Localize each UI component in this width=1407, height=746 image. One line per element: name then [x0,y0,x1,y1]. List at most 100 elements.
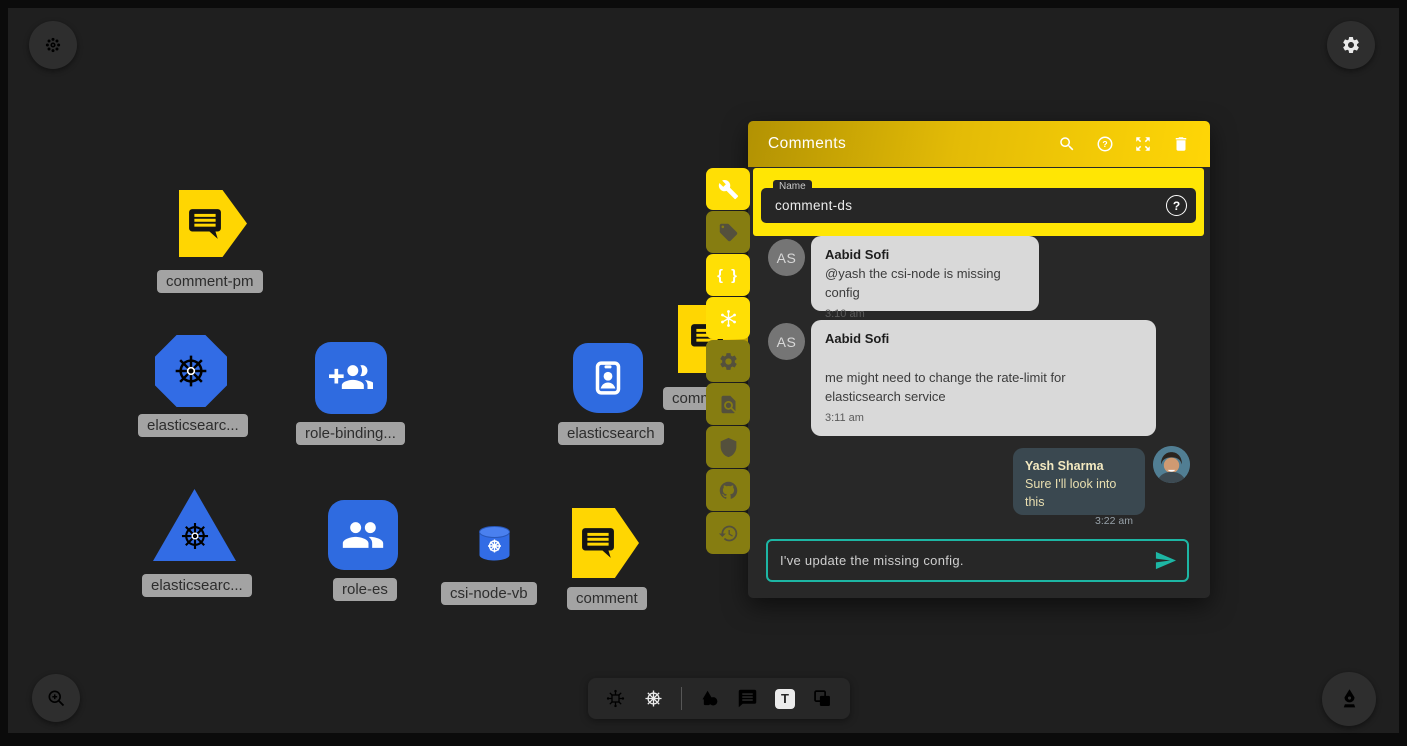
shield-icon [718,437,739,458]
message-text: Sure I'll look into this [1025,475,1133,511]
shapes-icon [699,688,720,709]
gear-icon [1341,35,1361,55]
node-label: role-binding... [296,422,405,445]
image-icon [812,688,833,709]
bottom-toolbar: T [588,678,850,719]
help-button[interactable]: ? [1096,135,1114,153]
comments-panel-title: Comments [768,135,846,153]
help-icon: ? [1166,195,1187,216]
message-author: Aabid Sofi [825,330,1142,349]
tag-icon [718,222,739,243]
toolbar-security-button[interactable] [706,426,750,468]
users-plus-icon [329,356,373,400]
node-label: role-es [333,578,397,601]
message-text: me might need to change the rate-limit f… [825,369,1142,407]
avatar-photo [1153,446,1190,483]
toolbar-tag-button[interactable] [706,211,750,253]
comments-panel-header[interactable]: Comments ? [748,121,1210,167]
trash-icon [1172,135,1190,153]
comment-tool-button[interactable] [737,688,758,709]
search-button[interactable] [1058,135,1076,153]
history-icon [718,523,739,544]
canvas-node-elasticsearch-triangle[interactable] [153,489,236,561]
text-tool-button[interactable]: T [775,689,795,709]
node-label: csi-node-vb [441,582,537,605]
hub-icon [718,308,739,329]
github-icon [718,480,739,501]
node-label: elasticsearc... [138,414,248,437]
text-icon: T [775,689,795,709]
chat-message: Aabid Sofi me might need to change the r… [811,320,1156,436]
send-icon [1154,549,1177,572]
canvas-node-comment[interactable] [572,508,639,578]
expand-icon [1134,135,1152,153]
pen-nib-icon [1337,687,1362,712]
node-label: elasticsearc... [142,574,252,597]
kubernetes-wheel-icon [178,519,212,553]
canvas-node-elasticsearch-octagon[interactable] [155,335,227,407]
wrench-icon [718,179,739,200]
comment-bubble-icon [188,208,222,240]
chat-message: Yash Sharma Sure I'll look into this 3:2… [1013,448,1145,515]
toolbar-settings-button[interactable] [706,340,750,382]
name-field-section: Name ? [753,168,1204,236]
app-menu-button[interactable] [29,21,77,69]
app-logo-icon [44,36,62,54]
toolbar-doc-search-button[interactable] [706,383,750,425]
name-help-button[interactable]: ? [1166,195,1187,216]
user-photo-icon [1153,446,1190,483]
gear-icon [718,351,739,372]
message-author: Yash Sharma [1025,457,1133,475]
search-icon [1058,135,1076,153]
message-time: 3:11 am [825,411,1142,427]
toolbar-history-button[interactable] [706,512,750,554]
name-field-label: Name [773,180,812,193]
message-time: 3:22 am [1025,514,1133,529]
toolbar-configure-button[interactable] [706,168,750,210]
node-label: comment-pm [157,270,263,293]
message-text: @yash the csi-node is missing config [825,265,1025,303]
zoom-button[interactable] [32,674,80,722]
delete-button[interactable] [1172,135,1190,153]
kubernetes-wheel-icon [171,351,211,391]
comment-input[interactable] [768,553,1154,568]
braces-icon: { } [717,267,739,284]
avatar: AS [768,239,805,276]
design-canvas[interactable]: comment-pm elasticsearc... role-binding.… [8,8,1399,733]
node-label: elasticsearch [558,422,664,445]
message-author: Aabid Sofi [825,246,1025,265]
comments-panel: Comments ? Name ? AS Aabid Sofi [748,121,1210,598]
send-button[interactable] [1154,549,1187,572]
pen-tool-button[interactable] [1322,672,1376,726]
image-tool-button[interactable] [812,688,833,709]
canvas-node-role-binding[interactable] [315,342,387,414]
users-icon [341,513,385,557]
settings-button[interactable] [1327,21,1375,69]
avatar: AS [768,323,805,360]
kubernetes-tool-button[interactable] [643,688,664,709]
comments-header-actions: ? [1058,135,1190,153]
app-window: comment-pm elasticsearc... role-binding.… [0,0,1407,746]
id-badge-icon [587,357,629,399]
infrastructure-icon [605,688,626,709]
toolbar-divider [681,687,682,710]
comment-composer [766,539,1189,582]
infrastructure-tool-button[interactable] [605,688,626,709]
help-icon: ? [1096,135,1114,153]
name-input[interactable] [761,188,1196,223]
chat-message: Aabid Sofi @yash the csi-node is missing… [811,236,1039,311]
canvas-node-elasticsearch[interactable] [573,343,643,413]
shapes-tool-button[interactable] [699,688,720,709]
toolbar-github-button[interactable] [706,469,750,511]
zoom-in-icon [46,688,66,708]
node-label: comment [567,587,647,610]
node-action-toolbar: { } [706,168,750,554]
canvas-node-role-es[interactable] [328,500,398,570]
canvas-node-comment-pm[interactable] [179,190,247,257]
canvas-node-csi-node-vb[interactable] [477,525,512,563]
expand-button[interactable] [1134,135,1152,153]
toolbar-json-button[interactable]: { } [706,254,750,296]
toolbar-hub-button[interactable] [706,297,750,339]
comment-icon [737,688,758,709]
kubernetes-wheel-icon [643,688,664,709]
